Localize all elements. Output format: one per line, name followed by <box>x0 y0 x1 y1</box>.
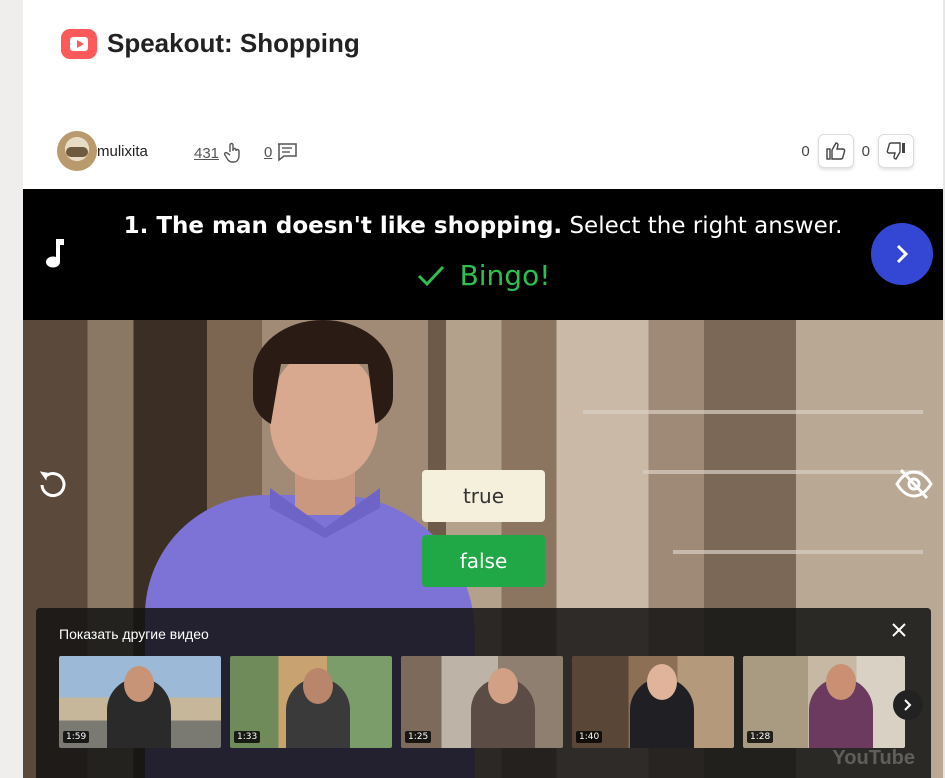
video-duration: 1:25 <box>405 731 432 743</box>
video-duration: 1:40 <box>576 731 603 743</box>
hide-eye-icon[interactable] <box>895 466 933 502</box>
thumbs-down-icon <box>886 142 905 160</box>
views-count: 431 <box>194 144 220 162</box>
video-thumbnail[interactable]: 1:28 <box>743 656 905 748</box>
video-thumbnail[interactable]: 1:33 <box>230 656 392 748</box>
thumbs-up-icon <box>825 142 846 160</box>
page-title: Speakout: Shopping <box>107 28 360 58</box>
video-player[interactable]: true false Показать другие видео 1:59 1:… <box>23 320 943 778</box>
shelf <box>583 410 923 414</box>
video-duration: 1:28 <box>747 731 774 743</box>
video-duration: 1:33 <box>234 731 261 743</box>
chevron-right-icon <box>904 699 912 711</box>
rating-area: 0 0 <box>801 134 914 168</box>
comments-link[interactable]: 0 <box>264 142 298 162</box>
video-thumbnail[interactable]: 1:25 <box>401 656 563 748</box>
question-instruction: Select the right answer. <box>569 213 843 239</box>
chevron-right-icon <box>896 244 909 264</box>
likes-count: 0 <box>801 142 810 160</box>
question-text: 1. The man doesn't like shopping. Select… <box>23 213 943 239</box>
like-button[interactable] <box>817 134 854 168</box>
feedback-text: Bingo! <box>459 259 551 292</box>
answer-false-button[interactable]: false <box>422 535 545 587</box>
feedback: Bingo! <box>23 259 943 292</box>
avatar[interactable] <box>57 131 97 171</box>
page: Speakout: Shopping mulixita 431 0 0 0 1.… <box>0 0 945 778</box>
video-thumbnail[interactable]: 1:40 <box>572 656 734 748</box>
shelf <box>643 470 923 474</box>
dislikes-count: 0 <box>861 142 870 160</box>
youtube-logo-icon <box>61 28 97 59</box>
video-thumbnail[interactable]: 1:59 <box>59 656 221 748</box>
question-bar: 1. The man doesn't like shopping. Select… <box>23 189 943 320</box>
video-thumbnails: 1:59 1:33 1:25 1:40 1:28 <box>59 656 905 748</box>
comments-count: 0 <box>264 143 273 161</box>
dislike-button[interactable] <box>878 134 914 168</box>
replay-icon[interactable] <box>35 466 71 502</box>
question-prompt: 1. The man doesn't like shopping. <box>123 213 563 239</box>
more-videos-next-button[interactable] <box>893 690 923 720</box>
close-icon[interactable] <box>891 622 907 638</box>
meta-row: mulixita 431 0 0 0 <box>57 131 914 171</box>
shelf <box>673 550 923 554</box>
answer-true-button[interactable]: true <box>422 470 545 522</box>
left-margin <box>0 0 23 778</box>
next-question-button[interactable] <box>871 223 933 285</box>
more-videos-panel: Показать другие видео 1:59 1:33 1:25 1:4… <box>36 608 931 778</box>
youtube-watermark: YouTube <box>832 747 915 769</box>
title-row: Speakout: Shopping <box>61 28 360 59</box>
checkmark-icon <box>417 265 444 286</box>
views-link[interactable]: 431 <box>194 142 243 164</box>
comment-icon <box>278 143 298 162</box>
pointer-hand-icon <box>223 142 240 163</box>
more-videos-title: Показать другие видео <box>59 626 209 642</box>
video-duration: 1:59 <box>63 731 90 743</box>
username[interactable]: mulixita <box>97 143 148 160</box>
